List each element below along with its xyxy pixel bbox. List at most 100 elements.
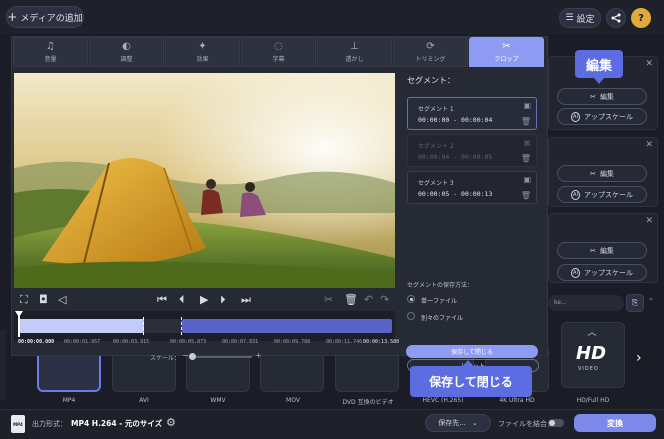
save-close-label: 保存して閉じる: [451, 349, 493, 356]
ai-icon: AI: [571, 267, 580, 278]
redo-icon[interactable]: ↷: [380, 293, 389, 306]
edit-button[interactable]: ✂ 編集: [557, 88, 647, 105]
restore-segment-icon[interactable]: 🗑: [521, 154, 531, 163]
tab-adjust[interactable]: ◐ 調整: [89, 37, 164, 67]
segment-name: セグメント 3: [418, 180, 454, 187]
segment-time: 00:00:04 - 00:00:05: [418, 153, 493, 161]
upscale-button[interactable]: AI アップスケール: [557, 108, 647, 125]
gear-icon: ⎘: [631, 298, 639, 307]
chevron-down-icon[interactable]: ⌄: [648, 294, 654, 302]
trash-icon[interactable]: 🗑: [344, 293, 358, 306]
fullscreen-icon[interactable]: ⛶: [20, 293, 28, 307]
tab-subtitles[interactable]: ◌ 字幕: [241, 37, 316, 67]
tab-crop[interactable]: ✂ クロップ: [469, 37, 544, 67]
edit-button[interactable]: ✂ 編集: [557, 165, 647, 182]
play-icon[interactable]: ▶: [200, 293, 208, 306]
timecode: 00:00:07.831: [222, 339, 259, 345]
share-button[interactable]: [606, 8, 626, 28]
music-note-icon: ♫: [46, 41, 55, 52]
save-method-label: セグメントの保存方法：: [407, 282, 474, 289]
player-controls: ⛶ ◘ ◁ ⏮ ⏴ ▶ ⏵ ⏭ ✂ 🗑 ↶ ↷: [14, 289, 395, 311]
save-close-button[interactable]: 保存して閉じる: [406, 345, 538, 358]
plus-icon: +: [7, 10, 18, 24]
format-label-hevc: HEVC (H.265): [422, 397, 464, 404]
contrast-icon: ◐: [122, 41, 131, 52]
trim-icon: ⟳: [426, 41, 435, 52]
settings-button[interactable]: ☰ 設定: [559, 8, 601, 28]
editor-tabs: ♫ 音量 ◐ 調整 ✦ 効果 ◌ 字幕 ⊥ 透かし ⟳ トリミング ✂ クロップ: [12, 37, 549, 69]
delete-segment-icon[interactable]: 🗑: [521, 117, 531, 126]
radio-separate-files[interactable]: [407, 312, 415, 320]
segment-name: セグメント 1: [418, 106, 454, 113]
cut-icon[interactable]: ✂: [324, 293, 333, 306]
segment-card-3[interactable]: セグメント 3 00:00:05 - 00:00:13 ▣ 🗑: [407, 171, 537, 204]
edit-label: 編集: [599, 169, 614, 178]
scale-slider[interactable]: [190, 356, 252, 358]
zoom-in-icon[interactable]: +: [255, 351, 262, 360]
upscale-button[interactable]: AI アップスケール: [557, 264, 647, 281]
scale-slider-thumb[interactable]: [189, 353, 196, 360]
file-format-icon: MP4: [11, 415, 25, 433]
close-icon[interactable]: ✕: [645, 140, 653, 150]
video-preview: [14, 73, 395, 288]
add-media-button[interactable]: + メディアの追加: [6, 6, 84, 28]
tab-watermark[interactable]: ⊥ 透かし: [317, 37, 392, 67]
segment-card-2[interactable]: セグメント 2 00:00:04 - 00:00:05 ▣ 🗑: [407, 134, 537, 167]
radio-single-file[interactable]: [407, 295, 415, 303]
skip-end-icon[interactable]: ⏭: [241, 293, 251, 307]
stamp-icon: ⊥: [350, 41, 359, 52]
callout-arrow-icon: [594, 78, 604, 84]
scissors-icon: ✂: [502, 41, 511, 52]
edit-callout-label: 編集: [585, 58, 612, 74]
skip-start-icon[interactable]: ⏮: [157, 293, 167, 307]
sliders-icon: ☰: [565, 13, 574, 23]
segment-marker[interactable]: [143, 317, 145, 335]
playhead-handle-icon[interactable]: [15, 311, 23, 317]
file-panel-3: ✕ ✂ 編集 AI アップスケール: [548, 213, 658, 283]
export-settings-button[interactable]: ⎘: [626, 294, 644, 312]
scale-label: スケール：: [150, 355, 181, 362]
next-formats-arrow[interactable]: ›: [636, 350, 642, 366]
edit-button[interactable]: ✂ 編集: [557, 242, 647, 259]
format-label-hd: HD/Full HD: [576, 397, 610, 404]
tab-trim[interactable]: ⟳ トリミング: [393, 37, 468, 67]
tab-volume[interactable]: ♫ 音量: [13, 37, 88, 67]
undo-icon[interactable]: ↶: [364, 293, 373, 306]
save-segment-icon[interactable]: ▣: [523, 175, 531, 184]
save-close-callout-label: 保存して閉じる: [429, 375, 513, 389]
snapshot-icon[interactable]: ◘: [39, 293, 48, 306]
help-button[interactable]: ?: [631, 8, 651, 28]
search-field[interactable]: ke...: [548, 295, 624, 311]
zoom-out-icon[interactable]: −: [182, 351, 189, 360]
close-icon[interactable]: ✕: [645, 59, 653, 69]
upscale-button[interactable]: AI アップスケール: [557, 186, 647, 203]
save-segment-icon[interactable]: ▣: [523, 101, 531, 110]
gear-icon[interactable]: ⚙: [166, 416, 176, 429]
timeline[interactable]: 00:00:00.000 00:00:01.957 00:00:03.915 0…: [14, 311, 399, 345]
save-to-button[interactable]: 保存先... ⌄: [425, 414, 491, 432]
next-frame-icon[interactable]: ⏵: [220, 293, 226, 307]
close-icon[interactable]: ✕: [645, 216, 653, 226]
volume-icon[interactable]: ◁: [58, 293, 66, 306]
edit-label: 編集: [599, 246, 614, 255]
convert-button[interactable]: 変換: [574, 414, 656, 432]
upscale-label: アップスケール: [583, 190, 633, 199]
prev-frame-icon[interactable]: ⏴: [179, 293, 185, 307]
tab-effects[interactable]: ✦ 効果: [165, 37, 240, 67]
chevron-up-icon[interactable]: ︿: [562, 325, 622, 338]
tab-label: トリミング: [415, 56, 446, 63]
chevron-down-icon: ⌄: [471, 419, 478, 427]
segment-card-1[interactable]: セグメント 1 00:00:00 - 00:00:04 ▣ 🗑: [407, 97, 537, 130]
delete-segment-icon[interactable]: 🗑: [521, 191, 531, 200]
segment-bar-2[interactable]: [144, 319, 182, 333]
segment-marker[interactable]: [181, 317, 183, 335]
timecode: 00:00:09.788: [274, 339, 311, 345]
save-segment-icon[interactable]: ▣: [523, 138, 531, 147]
segment-bar-3[interactable]: [182, 319, 392, 333]
segment-bar-1[interactable]: [19, 319, 144, 333]
segment-time: 00:00:05 - 00:00:13: [418, 190, 493, 198]
merge-label: ファイルを結合：: [498, 420, 554, 428]
tab-label: 透かし: [345, 56, 364, 63]
format-tile-hd[interactable]: ︿ HD VIDEO: [561, 322, 625, 388]
tab-label: クロップ: [494, 56, 519, 63]
